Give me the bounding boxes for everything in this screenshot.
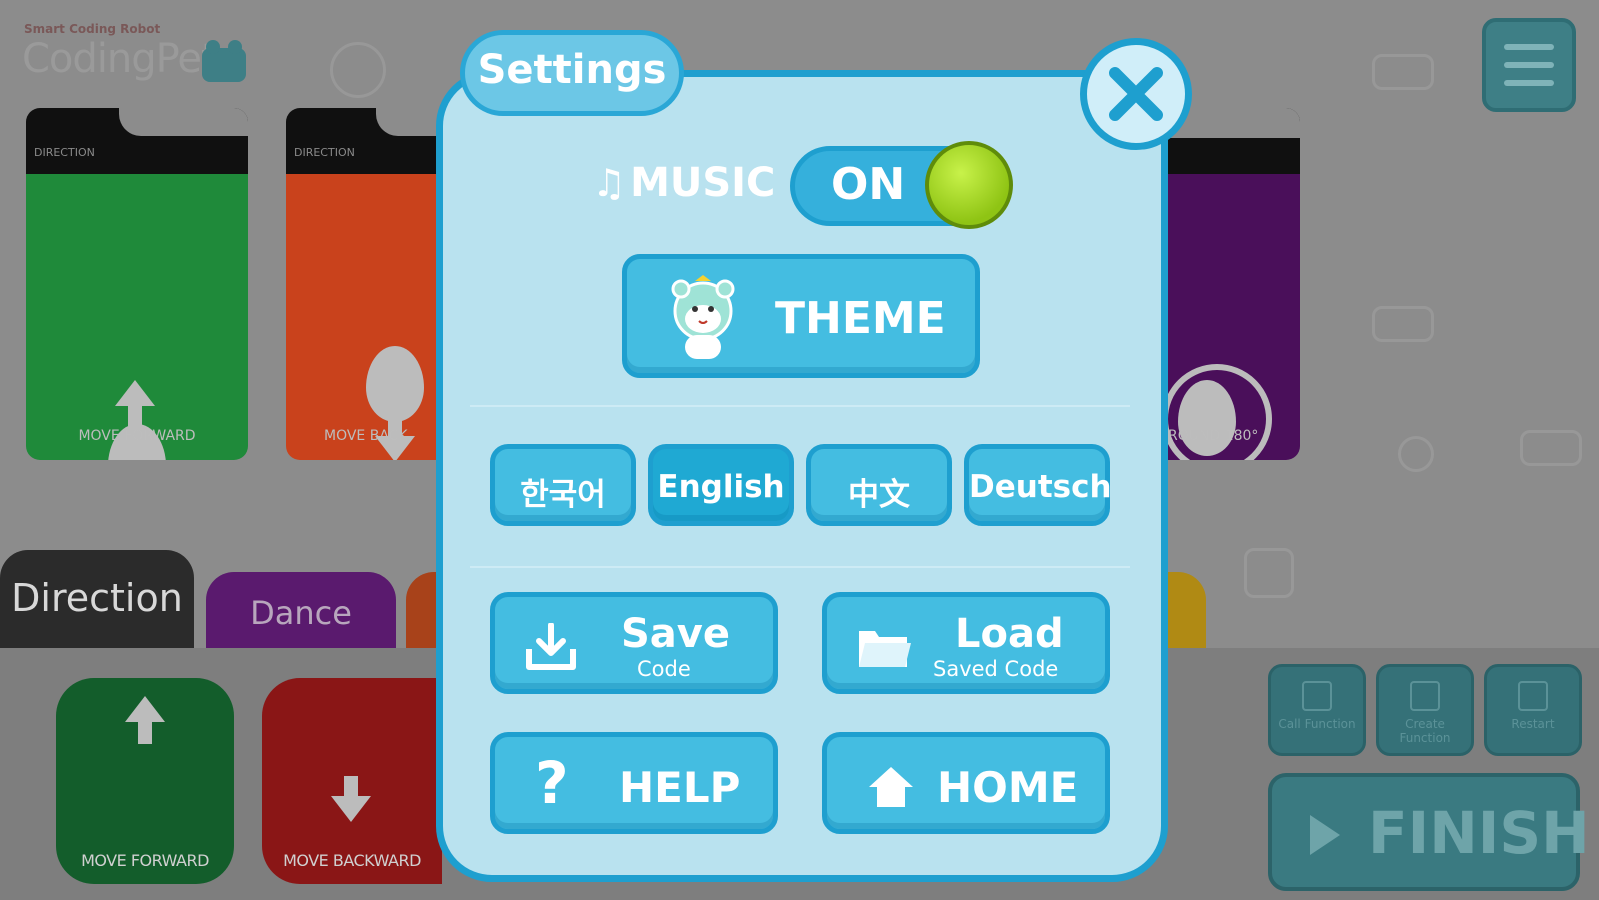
finish-label: FINISH	[1368, 799, 1590, 867]
command-card-move-forward[interactable]: DIRECTION MOVE FORWARD	[26, 108, 248, 460]
arrow-shaft	[138, 720, 152, 744]
music-label: MUSIC	[630, 160, 776, 206]
save-code-button[interactable]: Save Code	[490, 592, 778, 694]
language-label: 한국어	[520, 477, 606, 513]
block-move-backward[interactable]: MOVE BACKWARD	[262, 678, 442, 884]
language-chinese-button[interactable]: 中文	[806, 444, 952, 526]
menu-icon-line	[1504, 80, 1554, 86]
card-caption: ROUND 180°	[1168, 428, 1259, 444]
logo-tagline: Smart Coding Robot	[24, 22, 161, 36]
load-subtitle: Saved Code	[933, 657, 1059, 681]
card-category: DIRECTION	[294, 146, 355, 159]
theme-button[interactable]: THEME	[622, 254, 980, 378]
hamster-mascot-icon	[671, 275, 735, 359]
bg-decoration	[1244, 548, 1294, 598]
command-card-move-back[interactable]: DIRECTION MOVE BACK	[286, 108, 436, 460]
save-subtitle: Code	[637, 657, 691, 681]
arrow-up-icon	[115, 380, 155, 406]
arrow-shaft	[344, 776, 358, 798]
tab-label: Dance	[250, 594, 352, 632]
music-toggle-state: ON	[831, 159, 906, 210]
home-icon	[869, 767, 913, 807]
copy-icon	[1410, 681, 1440, 711]
load-saved-code-button[interactable]: Load Saved Code	[822, 592, 1110, 694]
tool-label: Restart	[1511, 717, 1555, 731]
tool-label: Create Function	[1399, 717, 1451, 745]
folder-icon	[859, 631, 911, 667]
download-icon	[526, 623, 576, 670]
play-icon	[1310, 815, 1340, 855]
call-function-button[interactable]: Call Function	[1268, 664, 1366, 756]
close-icon	[1109, 67, 1163, 121]
command-card-round-180[interactable]: ROUND 180°	[1168, 108, 1300, 460]
finish-button[interactable]: FINISH	[1268, 773, 1590, 891]
card-caption: MOVE FORWARD	[78, 428, 196, 444]
dialog-title: Settings	[477, 47, 667, 93]
home-button[interactable]: HOME	[822, 732, 1110, 834]
app-logo: Smart Coding Robot CodingPet	[22, 22, 252, 92]
language-korean-button[interactable]: 한국어	[490, 444, 636, 526]
menu-icon-line	[1504, 62, 1554, 68]
card-category: DIRECTION	[34, 146, 95, 159]
close-button[interactable]	[1080, 38, 1192, 150]
save-title: Save	[621, 611, 731, 657]
language-label: Deutsch	[969, 469, 1112, 505]
bg-decoration	[1372, 306, 1434, 342]
logo-robot-icon	[202, 40, 246, 82]
block-caption: MOVE FORWARD	[81, 851, 209, 870]
tab-dance[interactable]: Dance	[206, 572, 396, 650]
block-caption: MOVE BACKWARD	[283, 851, 421, 870]
function-icon	[1302, 681, 1332, 711]
language-english-button[interactable]: English	[648, 444, 794, 526]
divider	[470, 405, 1130, 407]
restart-button[interactable]: Restart	[1484, 664, 1582, 756]
block-move-forward[interactable]: MOVE FORWARD	[56, 678, 234, 884]
music-label-group: ♫ MUSIC	[592, 160, 775, 210]
tool-label: Call Function	[1278, 717, 1356, 731]
logo-name: CodingPet	[22, 36, 217, 82]
language-label: English	[657, 469, 785, 505]
language-german-button[interactable]: Deutsch	[964, 444, 1112, 526]
arrow-up-icon	[125, 696, 165, 722]
theme-label: THEME	[775, 293, 946, 344]
bg-decoration	[330, 42, 386, 98]
robot-icon	[1178, 380, 1236, 456]
load-title: Load	[955, 611, 1064, 657]
settings-title-pill: Settings	[460, 30, 684, 116]
question-mark-icon: ?	[535, 749, 569, 817]
robot-icon	[366, 346, 424, 422]
arrow-shaft	[128, 404, 142, 426]
robot-icon	[56, 678, 116, 758]
divider	[470, 566, 1130, 568]
trash-icon	[1518, 681, 1548, 711]
bg-decoration	[1398, 436, 1434, 472]
music-toggle[interactable]: ON	[790, 141, 1013, 229]
menu-icon	[1504, 44, 1554, 50]
bg-decoration	[1372, 54, 1434, 90]
create-function-button[interactable]: Create Function	[1376, 664, 1474, 756]
robot-icon	[262, 678, 322, 758]
help-button[interactable]: ? HELP	[490, 732, 778, 834]
language-label: 中文	[848, 477, 910, 513]
home-label: HOME	[937, 763, 1079, 812]
tab-label: Direction	[11, 576, 183, 620]
bg-decoration	[1520, 430, 1582, 466]
toggle-knob	[925, 141, 1013, 229]
card-caption: MOVE BACK	[324, 428, 408, 444]
tab-direction[interactable]: Direction	[0, 550, 194, 650]
help-label: HELP	[619, 763, 741, 812]
menu-button[interactable]	[1482, 18, 1576, 112]
arrow-down-icon	[331, 796, 371, 822]
music-note-icon: ♫	[592, 161, 627, 205]
